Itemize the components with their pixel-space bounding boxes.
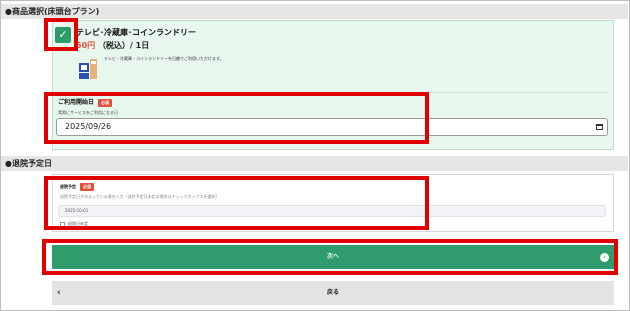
product-price: 50円 （税込）/ 1日	[76, 40, 149, 51]
discharge-date-label-text: 退院予定	[60, 184, 76, 189]
required-badge: 必須	[98, 98, 113, 107]
undecided-checkbox-label: 退院日未定	[68, 221, 88, 226]
start-date-input[interactable]: 2025/09/26	[56, 118, 608, 136]
discharge-date-hint: 退院予定日が決まっている場合入力（退院予定日未定の場合はチェックボックスを選択）	[60, 194, 220, 199]
back-button[interactable]: 戻る	[52, 281, 614, 305]
discharge-date-label: 退院予定 必須	[60, 183, 94, 191]
calendar-icon[interactable]	[596, 124, 603, 130]
product-checkbox[interactable]: ✓	[55, 27, 71, 43]
required-badge: 必須	[80, 183, 94, 191]
start-date-hint: 実際にサービスをご利用になる日	[58, 110, 118, 115]
product-description: テレビ・冷蔵庫・コインランドリーを日額でご利用いただけます。	[104, 56, 224, 61]
card-divider	[58, 92, 608, 93]
tv-fridge-illustration-icon	[78, 57, 98, 81]
price-unit: （税込）/ 1日	[97, 41, 150, 50]
discharge-date-input[interactable]: 2025-10-01	[58, 205, 606, 217]
undecided-checkbox[interactable]	[60, 222, 65, 227]
next-button[interactable]: 次へ	[52, 245, 614, 269]
start-date-value: 2025/09/26	[65, 122, 112, 131]
start-date-label-text: ご利用開始日	[58, 99, 95, 106]
section-header-discharge: ●退院予定日	[1, 156, 628, 171]
start-date-label: ご利用開始日 必須	[58, 97, 113, 107]
arrow-left-icon[interactable]: ‹	[57, 286, 61, 300]
section-header-product: ●商品選択(床頭台プラン)	[1, 4, 628, 19]
discharge-card	[52, 174, 614, 232]
arrow-right-icon[interactable]: ›	[600, 253, 609, 262]
product-name: テレビ･冷蔵庫･コインランドリー	[76, 28, 196, 37]
price-amount: 50円	[76, 41, 96, 50]
